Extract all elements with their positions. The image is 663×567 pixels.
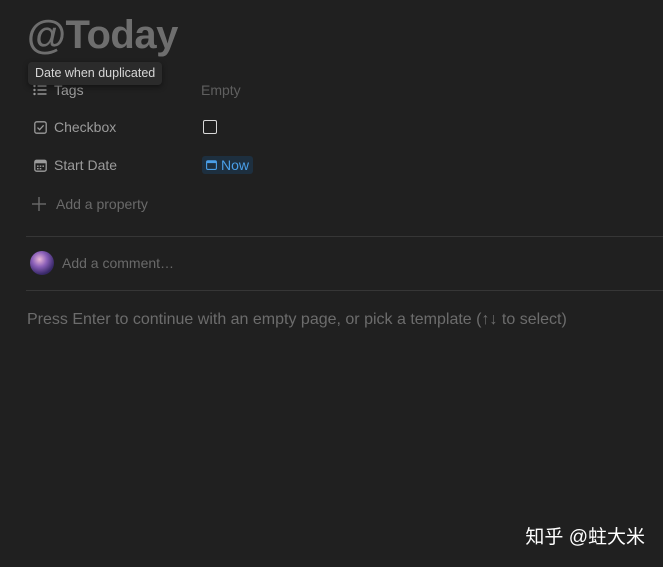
template-hint: Press Enter to continue with an empty pa…	[27, 311, 567, 328]
property-label: Start Date	[54, 157, 118, 173]
date-mention[interactable]: Now	[202, 156, 254, 174]
property-row-checkbox[interactable]: Checkbox	[26, 112, 646, 142]
property-name-start-date[interactable]: Start Date	[26, 157, 201, 173]
calendar-icon	[206, 160, 217, 170]
calendar-icon	[32, 157, 48, 173]
property-value-tags[interactable]: Empty	[201, 82, 241, 98]
page: @Today Date when duplicated Tags Empty C…	[0, 0, 663, 567]
tooltip: Date when duplicated	[28, 62, 163, 85]
comment-row[interactable]: Add a comment…	[30, 251, 174, 275]
property-name-checkbox[interactable]: Checkbox	[26, 119, 201, 135]
plus-icon	[30, 197, 48, 211]
date-value: Now	[221, 157, 250, 173]
checkbox-input[interactable]	[203, 120, 217, 134]
watermark: 知乎 @蛀大米	[525, 527, 645, 548]
property-label: Checkbox	[54, 119, 117, 135]
comment-input[interactable]: Add a comment…	[62, 255, 174, 271]
checkbox-icon	[32, 119, 48, 135]
property-value-start-date[interactable]: Now	[201, 156, 254, 174]
divider	[26, 236, 663, 237]
add-property-label: Add a property	[56, 196, 148, 212]
property-value-checkbox[interactable]	[201, 120, 217, 134]
property-row-start-date[interactable]: Start Date Now	[26, 150, 646, 180]
divider	[26, 290, 663, 291]
add-property-button[interactable]: Add a property	[30, 192, 148, 216]
page-title[interactable]: @Today	[27, 12, 178, 58]
avatar	[30, 251, 54, 275]
